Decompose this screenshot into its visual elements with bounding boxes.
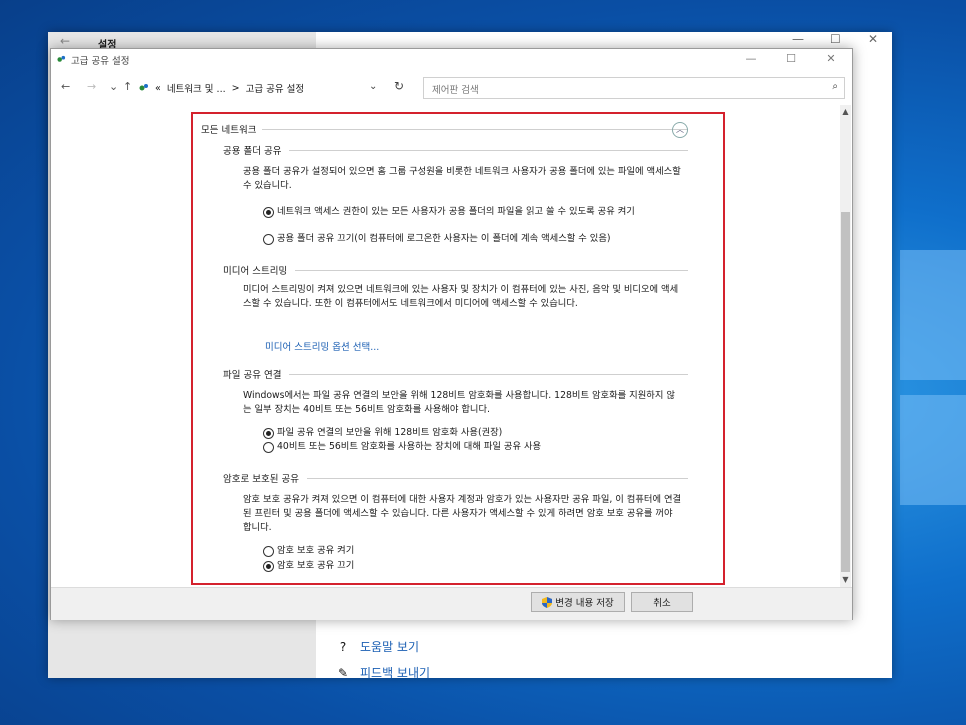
all-networks-title: 모든 네트워크 bbox=[201, 125, 257, 136]
address-dropdown-icon[interactable]: ⌄ bbox=[369, 81, 377, 92]
maximize-icon[interactable]: ☐ bbox=[830, 32, 841, 46]
media-streaming-header: 미디어 스트리밍 bbox=[223, 263, 688, 277]
forward-icon[interactable]: → bbox=[87, 80, 96, 93]
scroll-up-icon[interactable]: ▲ bbox=[840, 107, 851, 116]
up-icon[interactable]: ↑ bbox=[123, 80, 132, 93]
navigation-bar: ← → ⌄ ↑ « 네트워크 및 ... > 고급 공유 설정 ⌄ ↻ 제어판 … bbox=[51, 75, 852, 101]
public-folder-on-option[interactable]: 네트워크 액세스 권한이 있는 모든 사용자가 공용 폴더의 파일을 읽고 쓸 … bbox=[263, 206, 693, 218]
option-label: 공용 폴더 공유 끄기(이 컴퓨터에 로그온한 사용자는 이 폴더에 계속 액세… bbox=[277, 233, 611, 244]
file-sharing-desc: Windows에서는 파일 공유 연결의 보안을 위해 128비트 암호화를 사… bbox=[243, 390, 675, 415]
back-arrow-icon[interactable]: ← bbox=[60, 34, 70, 48]
close-icon[interactable]: ✕ bbox=[868, 32, 878, 46]
help-link[interactable]: ? 도움말 보기 bbox=[336, 638, 419, 655]
public-folder-desc: 공용 폴더 공유가 설정되어 있으면 홈 그룹 구성원을 비롯한 네트워크 사용… bbox=[243, 166, 681, 191]
option-label: 40비트 또는 56비트 암호화를 사용하는 장치에 대해 파일 공유 사용 bbox=[277, 441, 542, 452]
save-changes-button[interactable]: 변경 내용 저장 bbox=[531, 592, 625, 612]
maximize-icon[interactable]: ☐ bbox=[779, 52, 803, 65]
media-streaming-desc: 미디어 스트리밍이 켜져 있으면 네트워크에 있는 사용자 및 장치가 이 컴퓨… bbox=[243, 284, 679, 309]
desktop-tile bbox=[900, 395, 966, 505]
close-icon[interactable]: ✕ bbox=[819, 52, 843, 65]
radio-selected[interactable] bbox=[263, 207, 274, 218]
radio-unselected[interactable] bbox=[263, 546, 274, 557]
encryption-128-option[interactable]: 파일 공유 연결의 보안을 위해 128비트 암호화 사용(권장) bbox=[263, 427, 703, 439]
feedback-icon: ✎ bbox=[337, 665, 349, 680]
radio-selected[interactable] bbox=[263, 561, 274, 572]
option-label: 네트워크 액세스 권한이 있는 모든 사용자가 공용 폴더의 파일을 읽고 쓸 … bbox=[277, 206, 635, 217]
minimize-icon[interactable]: — bbox=[792, 32, 804, 46]
title-bar: 고급 공유 설정 — ☐ ✕ bbox=[51, 49, 852, 71]
cancel-label: 취소 bbox=[653, 598, 671, 609]
search-icon: ⌕ bbox=[832, 81, 838, 92]
password-protected-title: 암호로 보호된 공유 bbox=[223, 474, 299, 485]
public-folder-header: 공용 폴더 공유 bbox=[223, 143, 688, 157]
search-placeholder: 제어판 검색 bbox=[432, 85, 479, 96]
all-networks-header[interactable]: 모든 네트워크 bbox=[201, 122, 688, 136]
option-label: 파일 공유 연결의 보안을 위해 128비트 암호화 사용(권장) bbox=[277, 427, 503, 438]
search-input[interactable]: 제어판 검색 ⌕ bbox=[423, 77, 845, 99]
breadcrumb-network[interactable]: 네트워크 및 ... bbox=[167, 81, 226, 95]
radio-unselected[interactable] bbox=[263, 442, 274, 453]
save-changes-label: 변경 내용 저장 bbox=[555, 598, 614, 609]
collapse-icon[interactable]: ︿ bbox=[672, 122, 688, 138]
network-icon bbox=[57, 55, 66, 62]
settings-content: 모든 네트워크 ︿ 공용 폴더 공유 공용 폴더 공유가 설정되어 있으면 홈 … bbox=[51, 105, 840, 587]
file-sharing-header: 파일 공유 연결 bbox=[223, 367, 688, 381]
help-icon: ? bbox=[339, 639, 347, 654]
radio-unselected[interactable] bbox=[263, 234, 274, 245]
cancel-button[interactable]: 취소 bbox=[631, 592, 693, 612]
media-streaming-title: 미디어 스트리밍 bbox=[223, 266, 288, 277]
feedback-link[interactable]: ✎ 피드백 보내기 bbox=[336, 664, 430, 681]
password-on-option[interactable]: 암호 보호 공유 켜기 bbox=[263, 545, 663, 557]
breadcrumb-prefix: « bbox=[155, 82, 161, 94]
password-protected-desc: 암호 보호 공유가 켜져 있으면 이 컴퓨터에 대한 사용자 계정과 암호가 있… bbox=[243, 494, 682, 533]
help-link-label: 도움말 보기 bbox=[360, 640, 420, 654]
breadcrumb-separator: > bbox=[231, 82, 240, 94]
encryption-40-56-option[interactable]: 40비트 또는 56비트 암호화를 사용하는 장치에 대해 파일 공유 사용 bbox=[263, 441, 703, 453]
media-streaming-options-link[interactable]: 미디어 스트리밍 옵션 선택... bbox=[265, 339, 379, 353]
option-label: 암호 보호 공유 켜기 bbox=[277, 545, 355, 556]
desktop-tile bbox=[900, 250, 966, 380]
scroll-thumb[interactable] bbox=[841, 212, 850, 572]
recent-locations-icon[interactable]: ⌄ bbox=[109, 80, 118, 93]
radio-selected[interactable] bbox=[263, 428, 274, 439]
minimize-icon[interactable]: — bbox=[739, 52, 763, 65]
advanced-sharing-window: 고급 공유 설정 — ☐ ✕ ← → ⌄ ↑ « 네트워크 및 ... > 고급… bbox=[50, 48, 853, 620]
refresh-icon[interactable]: ↻ bbox=[394, 79, 404, 93]
public-folder-title: 공용 폴더 공유 bbox=[223, 146, 282, 157]
feedback-link-label: 피드백 보내기 bbox=[360, 666, 431, 680]
network-icon bbox=[139, 84, 148, 91]
breadcrumb-current[interactable]: 고급 공유 설정 bbox=[246, 81, 304, 95]
public-folder-off-option[interactable]: 공용 폴더 공유 끄기(이 컴퓨터에 로그온한 사용자는 이 폴더에 계속 액세… bbox=[263, 233, 733, 245]
file-sharing-title: 파일 공유 연결 bbox=[223, 370, 282, 381]
password-off-option[interactable]: 암호 보호 공유 끄기 bbox=[263, 560, 663, 572]
window-title: 고급 공유 설정 bbox=[71, 56, 130, 67]
scroll-down-icon[interactable]: ▼ bbox=[840, 575, 851, 584]
vertical-scrollbar[interactable]: ▲ ▼ bbox=[840, 105, 851, 587]
uac-shield-icon bbox=[542, 596, 553, 608]
back-icon[interactable]: ← bbox=[61, 80, 70, 93]
password-protected-header: 암호로 보호된 공유 bbox=[223, 471, 688, 485]
footer-bar: 변경 내용 저장 취소 bbox=[51, 587, 852, 620]
option-label: 암호 보호 공유 끄기 bbox=[277, 560, 355, 571]
